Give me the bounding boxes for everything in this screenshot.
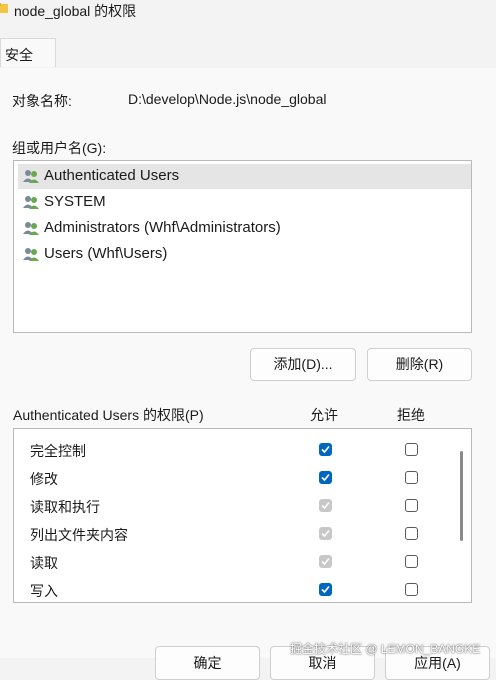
permission-name: 修改 [30,471,58,487]
permission-name: 读取和执行 [30,499,100,515]
allow-checkbox [319,555,332,568]
users-group-icon [23,170,39,183]
window-title: node_global 的权限 [14,3,137,19]
list-item-system[interactable]: SYSTEM [18,190,471,215]
permission-name: 读取 [30,555,58,571]
deny-checkbox[interactable] [405,583,418,596]
allow-checkbox [319,527,332,540]
check-icon [321,557,330,566]
ok-button[interactable]: 确定 [155,646,260,680]
allow-checkbox[interactable] [319,583,332,596]
title-bar: node_global 的权限 [0,0,496,22]
groups-listbox[interactable]: Authenticated Users SYSTEM Administrator… [13,160,472,333]
permission-name: 写入 [30,583,58,599]
list-item-label: Administrators (Whf\Administrators) [44,219,281,236]
permissions-title: Authenticated Users 的权限(P) [13,407,204,423]
list-item-label: SYSTEM [44,193,106,210]
check-icon [321,445,330,454]
permission-row-list-folder: 列出文件夹内容 [14,520,454,548]
remove-button[interactable]: 删除(R) [367,348,472,381]
permission-row-read: 读取 [14,548,454,576]
object-name-label: 对象名称: [12,93,72,109]
allow-checkbox[interactable] [319,471,332,484]
list-item-users[interactable]: Users (Whf\Users) [18,242,471,267]
permission-row-write: 写入 [14,576,454,602]
deny-checkbox[interactable] [405,471,418,484]
list-item-label: Authenticated Users [44,167,180,184]
allow-checkbox[interactable] [319,443,332,456]
list-item-label: Users (Whf\Users) [44,245,168,262]
folder-icon [0,3,8,13]
tab-security[interactable]: 安全 [0,38,56,67]
permission-row-modify: 修改 [14,464,454,492]
deny-checkbox[interactable] [405,527,418,540]
permissions-scrollbar[interactable] [460,451,463,541]
tab-strip: 安全 [0,38,496,69]
allow-column-header: 允许 [310,407,338,423]
deny-checkbox[interactable] [405,499,418,512]
object-name-value: D:\develop\Node.js\node_global [128,91,327,107]
watermark: 掘金技术社区 @ LEMON_BANGKE [290,642,481,656]
check-icon [321,473,330,482]
list-item-authenticated-users[interactable]: Authenticated Users [18,164,471,189]
permission-row-full-control: 完全控制 [14,436,454,464]
permission-row-read-execute: 读取和执行 [14,492,454,520]
permission-name: 完全控制 [30,443,86,459]
add-button[interactable]: 添加(D)... [250,348,356,381]
deny-checkbox[interactable] [405,443,418,456]
users-group-icon [23,222,39,235]
users-group-icon [23,248,39,261]
deny-column-header: 拒绝 [397,407,425,423]
users-group-icon [23,196,39,209]
groups-label: 组或用户名(G): [12,140,107,156]
allow-checkbox [319,499,332,512]
deny-checkbox[interactable] [405,555,418,568]
check-icon [321,585,330,594]
permissions-list[interactable]: 完全控制 修改 读取和执行 列出文件夹内容 读取 写入 [13,428,472,603]
check-icon [321,529,330,538]
check-icon [321,501,330,510]
list-item-administrators[interactable]: Administrators (Whf\Administrators) [18,216,471,241]
permission-name: 列出文件夹内容 [30,527,128,543]
